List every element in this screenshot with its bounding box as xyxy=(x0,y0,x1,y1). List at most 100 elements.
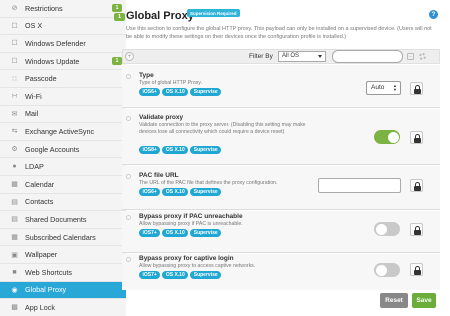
person-icon: ● xyxy=(12,163,17,171)
image-icon: ▣ xyxy=(11,251,18,259)
keypad-icon: ∷ xyxy=(12,75,17,83)
calendar-icon: ▦ xyxy=(11,181,18,189)
os-tag: iOS7+ xyxy=(139,229,161,238)
collapse-icon[interactable]: − xyxy=(407,53,414,60)
checkbox-icon: ☐ xyxy=(11,58,18,66)
os-filter-select[interactable]: All OS xyxy=(278,51,326,62)
validate-proxy-toggle[interactable] xyxy=(374,130,400,144)
row-select-radio[interactable] xyxy=(126,74,131,79)
row-select-radio[interactable] xyxy=(126,257,131,262)
bookmark-icon: ■ xyxy=(12,268,17,276)
sidebar-item-exchange-activesync[interactable]: ⇆ Exchange ActiveSync xyxy=(0,123,126,141)
os-tag: Supervise xyxy=(190,146,222,155)
sidebar-item-subscribed-calendars[interactable]: ▦ Subscribed Calendars xyxy=(0,229,126,247)
setting-description: The URL of the PAC file that defines the… xyxy=(139,180,278,186)
filter-label: Filter By xyxy=(249,53,273,60)
toggle-knob xyxy=(387,131,399,143)
sidebar-item-web-shortcuts[interactable]: ■ Web Shortcuts xyxy=(0,264,126,282)
contacts-icon: ▤ xyxy=(11,198,18,206)
os-tag: Supervise xyxy=(190,88,222,97)
main-panel: 1 Global Proxy Supervision Required ? Us… xyxy=(114,0,450,316)
setting-title: Bypass proxy for captive login xyxy=(139,255,234,262)
lock-icon[interactable] xyxy=(410,179,423,192)
sidebar-item-label: Google Accounts xyxy=(25,144,80,154)
sidebar-item-ldap[interactable]: ● LDAP xyxy=(0,158,126,176)
sidebar-item-label: Shared Documents xyxy=(25,214,87,224)
search-input[interactable] xyxy=(332,50,403,63)
sidebar-item-shared-documents[interactable]: ▤ Shared Documents xyxy=(0,211,126,229)
calendar-icon: ▦ xyxy=(11,234,18,242)
sidebar-item-label: OS X xyxy=(25,21,43,31)
row-select-radio[interactable] xyxy=(126,116,131,121)
os-tag: iOS7+ xyxy=(139,271,161,280)
sidebar-item-label: Passcode xyxy=(25,74,57,84)
sidebar-item-label: Windows Update xyxy=(25,56,80,66)
sidebar-item-label: Mail xyxy=(25,109,39,119)
setting-row-bypass-pac-unreachable: Bypass proxy if PAC unreachable Allow by… xyxy=(122,211,440,253)
setting-title: Type xyxy=(139,72,154,79)
lock-icon[interactable] xyxy=(410,82,423,95)
sidebar-item-windows-update[interactable]: ☐ Windows Update 1 xyxy=(0,53,126,71)
row-select-radio[interactable] xyxy=(126,174,131,179)
sidebar-item-app-lock[interactable]: ▩ App Lock xyxy=(0,299,126,316)
sync-icon: ⇆ xyxy=(11,128,18,136)
sidebar-item-contacts[interactable]: ▤ Contacts xyxy=(0,194,126,212)
help-icon[interactable]: ? xyxy=(429,10,438,19)
chevron-down-icon xyxy=(318,55,322,58)
sidebar-item-global-proxy[interactable]: ◉ Global Proxy xyxy=(0,281,126,300)
count-badge: 1 xyxy=(112,56,122,65)
setting-title: Validate proxy xyxy=(139,114,184,121)
setting-description: Allow bypassing proxy to access captive … xyxy=(139,263,256,269)
sidebar-item-restrictions[interactable]: ⊘ Restrictions 1 xyxy=(0,0,126,18)
checkbox-icon: ☐ xyxy=(11,22,18,30)
os-tag: OS X.10 xyxy=(162,229,189,238)
supervision-required-badge: Supervision Required xyxy=(187,9,240,17)
wifi-icon: ∺ xyxy=(11,93,18,101)
lock-icon[interactable] xyxy=(410,223,423,236)
sidebar-item-wi-fi[interactable]: ∺ Wi-Fi xyxy=(0,88,126,106)
add-circle-icon[interactable]: + xyxy=(125,52,134,61)
sidebar-item-label: LDAP xyxy=(25,162,44,172)
setting-row-pac-file-url: PAC file URL The URL of the PAC file tha… xyxy=(122,166,440,210)
sidebar-item-label: Contacts xyxy=(25,197,54,207)
bypass-pac-toggle[interactable] xyxy=(374,222,400,236)
sidebar-item-label: Wallpaper xyxy=(25,250,58,260)
sidebar-item-google-accounts[interactable]: ⚙ Google Accounts xyxy=(0,141,126,159)
lock-icon[interactable] xyxy=(410,263,423,276)
sidebar-item-label: Global Proxy xyxy=(25,285,67,295)
setting-description: Type of global HTTP Proxy. xyxy=(139,80,202,86)
sidebar-item-label: Subscribed Calendars xyxy=(25,232,96,242)
sidebar-item-label: Exchange ActiveSync xyxy=(25,126,95,136)
sidebar-item-label: Restrictions xyxy=(25,3,63,13)
type-select-value: Auto xyxy=(371,84,385,91)
lock-icon[interactable] xyxy=(410,131,423,144)
row-select-radio[interactable] xyxy=(126,215,131,220)
sidebar-item-label: Calendar xyxy=(25,179,55,189)
sidebar: ⊘ Restrictions 1 ☐ OS X ☐ Windows Defend… xyxy=(0,0,126,316)
sidebar-item-windows-defender[interactable]: ☐ Windows Defender xyxy=(0,35,126,53)
pac-url-input[interactable] xyxy=(318,178,401,193)
sidebar-item-passcode[interactable]: ∷ Passcode xyxy=(0,70,126,88)
os-tag: Supervise xyxy=(190,229,222,238)
lock-icon: ▩ xyxy=(11,304,18,312)
reset-button[interactable]: Reset xyxy=(380,293,408,308)
os-tag: iOS6+ xyxy=(139,188,161,197)
sidebar-item-calendar[interactable]: ▦ Calendar xyxy=(0,176,126,194)
count-badge: 1 xyxy=(114,13,125,21)
sidebar-item-os-x[interactable]: ☐ OS X xyxy=(0,18,126,36)
globe-icon: ◉ xyxy=(11,286,18,294)
count-badge: 1 xyxy=(112,4,122,12)
setting-row-type: Type Type of global HTTP Proxy. iOS6+ OS… xyxy=(122,65,440,108)
os-tag: iOS8+ xyxy=(139,146,161,155)
gear-icon[interactable] xyxy=(419,53,426,60)
sidebar-item-label: Web Shortcuts xyxy=(25,267,73,277)
save-button[interactable]: Save xyxy=(412,293,436,308)
sidebar-item-wallpaper[interactable]: ▣ Wallpaper xyxy=(0,246,126,264)
sidebar-item-mail[interactable]: ✉ Mail xyxy=(0,106,126,124)
sidebar-item-label: Windows Defender xyxy=(25,38,86,48)
bypass-captive-toggle[interactable] xyxy=(374,263,400,277)
page-description: Use this section to configure the global… xyxy=(126,26,432,40)
documents-icon: ▤ xyxy=(11,216,18,224)
type-select[interactable]: Auto ▲ ▼ xyxy=(366,81,401,95)
sidebar-item-label: Wi-Fi xyxy=(25,91,42,101)
